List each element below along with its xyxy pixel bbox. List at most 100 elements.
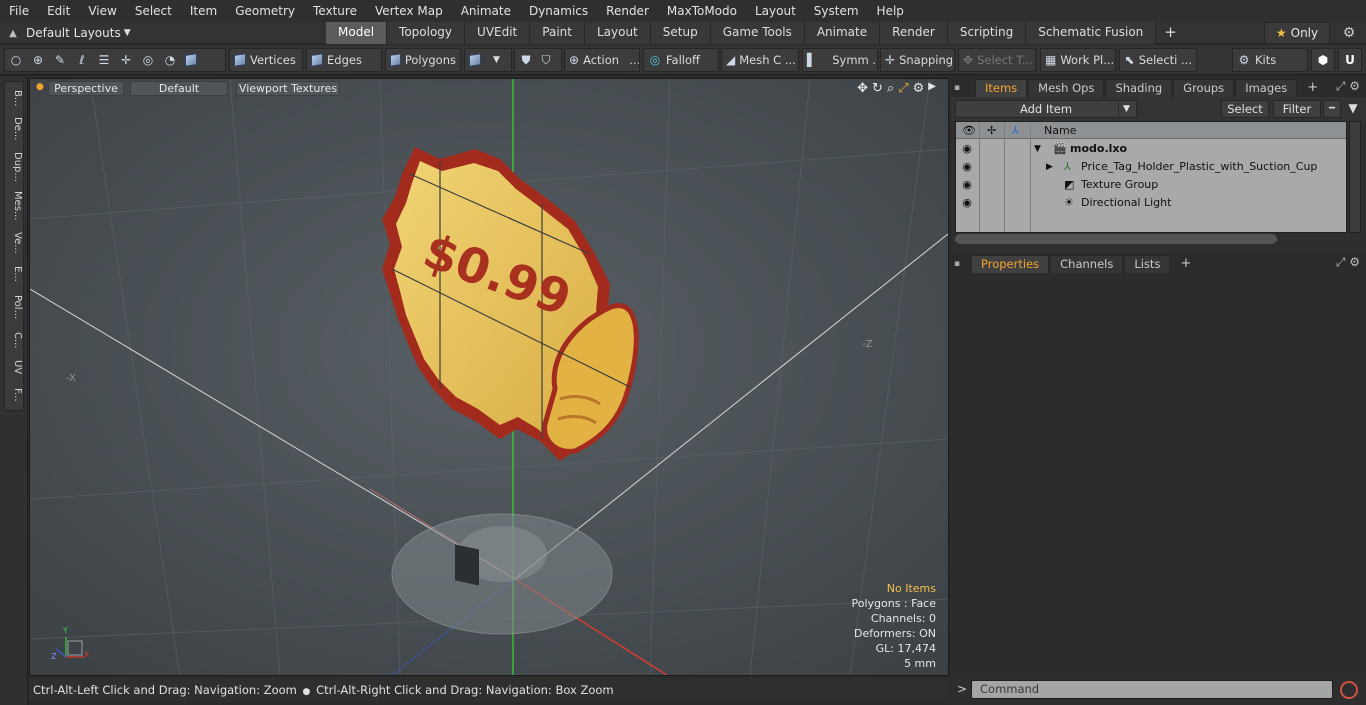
visibility-eye-icon[interactable]: ◉ [960,194,974,212]
visibility-eye-icon[interactable]: ◉ [960,140,974,158]
left-tab-mesh-edit[interactable]: Mes... [7,188,23,224]
panel-expand-gear-icon[interactable]: ⤢ ⚙ [1336,79,1360,94]
tab-shading[interactable]: Shading [1105,79,1173,97]
menu-help[interactable]: Help [868,0,913,22]
maximize-view-icon[interactable]: ⤢ [898,81,908,96]
visibility-eye-icon[interactable]: 👁 [962,122,976,139]
tab-channels[interactable]: Channels [1050,255,1124,273]
collapse-minus-icon[interactable]: ━ [1323,100,1341,118]
rotate-view-icon[interactable]: ↻ [872,81,883,96]
move-view-icon[interactable]: ✥ [857,81,868,96]
globe-icon[interactable]: ⊕ [31,53,45,67]
name-column-header[interactable]: Name [1044,122,1076,139]
menu-render[interactable]: Render [597,0,658,22]
kits-button[interactable]: ⚙ Kits [1232,48,1308,72]
add-item-button[interactable]: Add Item ▼ [955,100,1137,118]
tab-render[interactable]: Render [880,22,948,44]
zoom-view-icon[interactable]: ⌕ [887,81,894,96]
menu-file[interactable]: File [0,0,38,22]
selection-sets-button[interactable]: ⬉ Selecti ... [1119,48,1197,72]
funnel-icon[interactable]: ▼ [1344,100,1362,118]
tab-images[interactable]: Images [1235,79,1298,97]
menu-view[interactable]: View [79,0,125,22]
tab-schematic-fusion[interactable]: Schematic Fusion [1026,22,1157,44]
vertices-button[interactable]: Vertices [229,48,303,72]
tab-layout[interactable]: Layout [584,22,651,44]
tree-horizontal-scrollbar[interactable] [955,234,1277,244]
pen-icon[interactable]: ✎ [53,53,67,67]
tree-row-texture-group[interactable]: ◉ ◩ Texture Group [956,176,1346,194]
menu-geometry[interactable]: Geometry [226,0,304,22]
transform-icon[interactable]: ✛ [119,53,133,67]
modo-cube-button[interactable]: ⬢ [1311,48,1335,72]
workplane-button[interactable]: ▦ Work Pl... [1040,48,1116,72]
tab-model[interactable]: Model [326,22,388,44]
tab-paint[interactable]: Paint [530,22,585,44]
left-tab-curve[interactable]: C... [7,328,23,352]
edges-button[interactable]: Edges [306,48,382,72]
tree-row-mesh[interactable]: ◉ ▶ ⅄ Price_Tag_Holder_Plastic_with_Suct… [956,158,1346,176]
3d-viewport[interactable]: $0.99 -X -Z Y X Z ● Perspective Default … [29,78,949,676]
only-toggle[interactable]: ★ Only [1264,22,1330,44]
tab-groups[interactable]: Groups [1173,79,1235,97]
tab-animate[interactable]: Animate [804,22,881,44]
tab-topology[interactable]: Topology [387,22,466,44]
add-panel-tab-icon[interactable]: + [1171,255,1200,273]
tab-properties[interactable]: Properties [971,255,1050,273]
play-arrow-icon[interactable]: ▶ [928,81,936,96]
menu-edit[interactable]: Edit [38,0,79,22]
panel-expand-gear-icon[interactable]: ⤢ ⚙ [1336,255,1360,270]
snapping-button[interactable]: ✛ Snapping [880,48,955,72]
command-input[interactable]: Command [971,680,1333,699]
mesh-constraints-button[interactable]: ◢ Mesh C ... [721,48,799,72]
tree-vertical-scrollbar[interactable] [1349,121,1361,233]
left-tab-deform[interactable]: De... [7,114,23,144]
chevron-down-icon[interactable]: ▼ [1118,102,1134,116]
visibility-eye-icon[interactable]: ◉ [960,176,974,194]
tab-setup[interactable]: Setup [650,22,711,44]
add-tab-icon[interactable]: + [1156,22,1185,44]
gear-icon[interactable]: ⚙ [1334,22,1364,44]
command-stop-icon[interactable] [1340,681,1358,699]
menu-animate[interactable]: Animate [452,0,520,22]
visibility-eye-icon[interactable]: ◉ [960,158,974,176]
tab-scripting[interactable]: Scripting [947,22,1027,44]
menu-system[interactable]: System [805,0,868,22]
shield-alt-icon[interactable]: ⛉ [539,53,553,67]
menu-layout[interactable]: Layout [746,0,805,22]
panel-menu-icon[interactable]: ▪ [951,255,963,273]
collapse-up-icon[interactable]: ▲ [0,28,26,39]
left-tab-vertex[interactable]: Ve... [7,228,23,258]
left-tab-duplicate[interactable]: Dup... [7,150,23,184]
left-tab-uv[interactable]: UV [7,356,23,378]
clock-icon[interactable]: ◔ [163,53,177,67]
unreal-button[interactable]: U [1338,48,1362,72]
view-type-button[interactable]: Perspective [48,81,124,96]
menu-texture[interactable]: Texture [304,0,366,22]
expand-arrow-icon[interactable]: ▼ [1034,140,1041,158]
viewport-textures-button[interactable]: Viewport Textures [236,81,340,96]
item-mode-icon[interactable] [185,53,197,67]
filter-button[interactable]: Filter [1273,100,1321,118]
left-tab-edge[interactable]: E... [7,262,23,286]
target-icon[interactable]: ◎ [141,53,155,67]
lock-icon[interactable]: ✢ [987,122,996,139]
menu-vertex-map[interactable]: Vertex Map [366,0,452,22]
action-center-button[interactable]: ⊕ Action … [564,48,640,72]
stack-icon[interactable]: ☰ [97,53,111,67]
add-panel-tab-icon[interactable]: + [1298,79,1327,97]
shading-button[interactable]: Default [130,81,228,96]
falloff-button[interactable]: ◎ Falloff [643,48,719,72]
tab-uvedit[interactable]: UVEdit [465,22,531,44]
tab-mesh-ops[interactable]: Mesh Ops [1028,79,1105,97]
left-tab-basic[interactable]: B... [7,86,23,110]
lasso-icon[interactable]: ℓ [75,53,89,67]
menu-item[interactable]: Item [181,0,226,22]
tree-row-light[interactable]: ◉ ☀ Directional Light [956,194,1346,212]
select-button[interactable]: Select [1221,100,1269,118]
menu-maxtomodo[interactable]: MaxToModo [658,0,746,22]
tab-game-tools[interactable]: Game Tools [710,22,805,44]
polygons-button[interactable]: Polygons [385,48,461,72]
circle-select-icon[interactable]: ○ [9,53,23,67]
menu-select[interactable]: Select [126,0,181,22]
